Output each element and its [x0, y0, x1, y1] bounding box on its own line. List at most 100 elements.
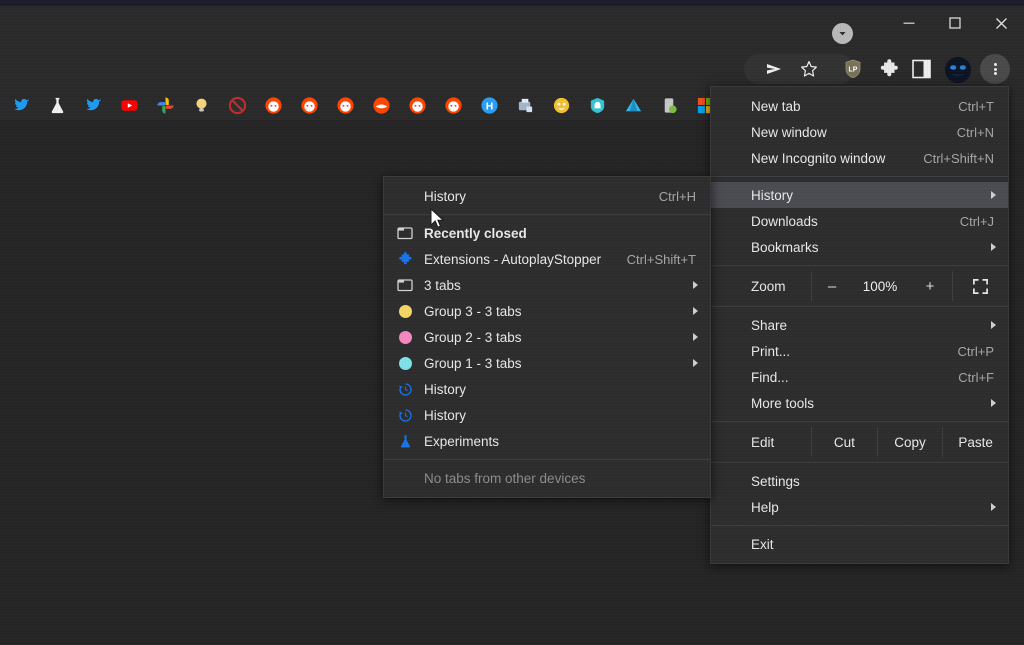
- menu-item-bookmarks[interactable]: Bookmarks: [711, 234, 1008, 260]
- history-submenu: History Ctrl+H Recently closed Extension…: [383, 176, 711, 498]
- cut-button[interactable]: Cut: [811, 427, 877, 457]
- bookmark-twitter[interactable]: [3, 91, 39, 119]
- submenu-item-restore-group-2[interactable]: Group 2 - 3 tabs: [384, 324, 710, 350]
- chevron-right-icon: [991, 321, 996, 329]
- bookmark-google-photos[interactable]: [147, 91, 183, 119]
- menu-accel: Ctrl+H: [658, 188, 696, 204]
- bookmark-reddit[interactable]: [291, 91, 327, 119]
- bookmark-star-icon[interactable]: [795, 55, 823, 83]
- submenu-item-restore-group-1[interactable]: Group 1 - 3 tabs: [384, 350, 710, 376]
- bookmark-twitter[interactable]: [75, 91, 111, 119]
- menu-item-find[interactable]: Find... Ctrl+F: [711, 364, 1008, 390]
- submenu-item-recent-tab-experiments[interactable]: Experiments: [384, 428, 710, 454]
- menu-item-history[interactable]: History: [711, 182, 1008, 208]
- menu-label: Group 2 - 3 tabs: [424, 329, 522, 345]
- bookmark-youtube[interactable]: [111, 91, 147, 119]
- menu-label: Extensions - AutoplayStopper: [424, 251, 602, 267]
- bookmark-no-entry[interactable]: [219, 91, 255, 119]
- menu-item-exit[interactable]: Exit: [711, 531, 1008, 557]
- menu-separator: [711, 525, 1008, 526]
- bookmark-reddit[interactable]: [435, 91, 471, 119]
- menu-separator: [711, 306, 1008, 307]
- menu-item-downloads[interactable]: Downloads Ctrl+J: [711, 208, 1008, 234]
- menu-item-new-tab[interactable]: New tab Ctrl+T: [711, 93, 1008, 119]
- bookmark-h-badge[interactable]: H: [471, 91, 507, 119]
- zoom-out-button[interactable]: –: [811, 271, 852, 301]
- menu-item-settings[interactable]: Settings: [711, 468, 1008, 494]
- profile-avatar-icon[interactable]: [945, 57, 971, 83]
- kebab-dot: [993, 62, 997, 66]
- bookmark-reddit[interactable]: [399, 91, 435, 119]
- bookmark-reddit[interactable]: [327, 91, 363, 119]
- menu-label: Print...: [751, 343, 791, 359]
- submenu-item-restore-group-3[interactable]: Group 3 - 3 tabs: [384, 298, 710, 324]
- bookmark-printer-doc[interactable]: [507, 91, 543, 119]
- menu-accel: Ctrl+F: [958, 369, 994, 385]
- menu-item-more-tools[interactable]: More tools: [711, 390, 1008, 416]
- submenu-item-recent-tab-history-1[interactable]: History: [384, 376, 710, 402]
- menu-label: Downloads: [751, 213, 818, 229]
- flask-icon: [396, 432, 414, 450]
- shield-lastpass-icon[interactable]: LP: [840, 56, 866, 82]
- submenu-item-recent-tab-history-2[interactable]: History: [384, 402, 710, 428]
- minimize-icon[interactable]: [886, 0, 932, 46]
- submenu-item-no-other-devices: No tabs from other devices: [384, 465, 710, 491]
- paste-button[interactable]: Paste: [942, 427, 1008, 457]
- chrome-menu-kebab-icon[interactable]: [980, 54, 1010, 84]
- zoom-in-button[interactable]: +: [908, 271, 952, 301]
- bookmark-phone-recycle[interactable]: [651, 91, 687, 119]
- chevron-right-icon: [693, 333, 698, 341]
- chevron-right-icon: [991, 503, 996, 511]
- kebab-dot: [993, 67, 997, 71]
- menu-item-share[interactable]: Share: [711, 312, 1008, 338]
- bookmark-ghost-shield[interactable]: [579, 91, 615, 119]
- fullscreen-button[interactable]: [952, 271, 1008, 301]
- submenu-item-restore-extensions-autoplaystopper[interactable]: Extensions - AutoplayStopper Ctrl+Shift+…: [384, 246, 710, 272]
- extensions-puzzle-icon[interactable]: [876, 56, 902, 82]
- menu-row-edit: Edit Cut Copy Paste: [711, 427, 1008, 457]
- menu-label: Settings: [751, 473, 800, 489]
- menu-label: New window: [751, 124, 827, 140]
- menu-label: History: [424, 381, 467, 397]
- menu-separator: [711, 462, 1008, 463]
- menu-label: New Incognito window: [751, 150, 886, 166]
- bookmark-azure-a[interactable]: [615, 91, 651, 119]
- chevron-down-icon[interactable]: [832, 23, 853, 44]
- maximize-icon[interactable]: [932, 0, 978, 46]
- submenu-item-recently-closed: Recently closed: [384, 220, 710, 246]
- copy-button[interactable]: Copy: [876, 427, 943, 457]
- menu-item-print[interactable]: Print... Ctrl+P: [711, 338, 1008, 364]
- submenu-item-history-open[interactable]: History Ctrl+H: [384, 183, 710, 209]
- submenu-item-restore-3-tabs[interactable]: 3 tabs: [384, 272, 710, 298]
- menu-item-new-window[interactable]: New window Ctrl+N: [711, 119, 1008, 145]
- menu-accel: Ctrl+N: [956, 124, 994, 140]
- edit-label: Edit: [751, 434, 775, 450]
- browser-toolbar: [0, 46, 1024, 90]
- title-bar-accent-strip: [0, 0, 1024, 6]
- tab-group-color-dot: [396, 354, 414, 372]
- menu-label: Bookmarks: [751, 239, 819, 255]
- menu-label: No tabs from other devices: [424, 470, 586, 486]
- bookmark-lightbulb[interactable]: [183, 91, 219, 119]
- chevron-right-icon: [991, 243, 996, 251]
- menu-label: Share: [751, 317, 788, 333]
- send-icon[interactable]: [760, 55, 788, 83]
- menu-accel: Ctrl+J: [959, 213, 994, 229]
- menu-item-new-incognito-window[interactable]: New Incognito window Ctrl+Shift+N: [711, 145, 1008, 171]
- bookmark-yellow-face[interactable]: [543, 91, 579, 119]
- zoom-level-value: 100%: [862, 278, 898, 294]
- window-controls: [886, 0, 1024, 46]
- close-icon[interactable]: [978, 0, 1024, 46]
- bookmark-flask[interactable]: [39, 91, 75, 119]
- bookmark-reddit-alt[interactable]: [363, 91, 399, 119]
- window-icon: [396, 224, 414, 242]
- history-clock-icon: [396, 406, 414, 424]
- bookmark-reddit[interactable]: [255, 91, 291, 119]
- svg-text:H: H: [485, 101, 493, 112]
- tab-group-color-dot: [396, 328, 414, 346]
- menu-item-help[interactable]: Help: [711, 494, 1008, 520]
- menu-accel: Ctrl+Shift+T: [626, 251, 696, 267]
- chevron-right-icon: [693, 281, 698, 289]
- window-icon: [396, 276, 414, 294]
- side-panel-icon[interactable]: [910, 58, 934, 80]
